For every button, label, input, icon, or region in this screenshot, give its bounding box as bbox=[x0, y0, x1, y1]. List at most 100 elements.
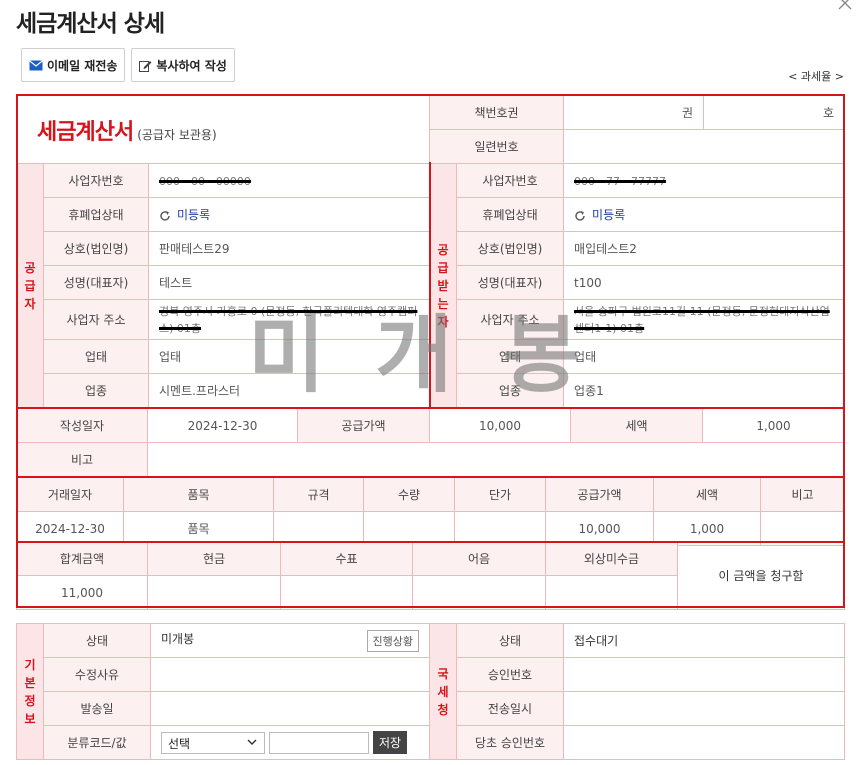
items-header-price: 단가 bbox=[454, 477, 546, 512]
class-code-label: 분류코드/값 bbox=[43, 725, 151, 760]
tax-amount-label: 세액 bbox=[570, 408, 703, 443]
write-date-label: 작성일자 bbox=[16, 408, 148, 443]
supplier-bizno-label: 사업자번호 bbox=[43, 163, 149, 198]
buyer-address-label: 사업자 주소 bbox=[456, 299, 565, 340]
send-date-value bbox=[150, 691, 430, 726]
class-code-controls: 선택 저장 bbox=[150, 725, 430, 760]
summary-table: 작성일자 2024-12-30 공급가액 10,000 세액 1,000 비고 bbox=[16, 408, 845, 477]
write-date: 2024-12-30 bbox=[147, 408, 298, 443]
book-no-volume[interactable]: 권 bbox=[563, 95, 705, 130]
section-divider bbox=[16, 476, 844, 478]
class-value-input[interactable] bbox=[269, 731, 369, 754]
supplier-bizitem-label: 업종 bbox=[43, 373, 149, 408]
cash-label: 현금 bbox=[147, 541, 281, 576]
resend-email-button[interactable]: 이메일 재전송 bbox=[21, 48, 126, 82]
cash-value bbox=[147, 575, 281, 610]
buyer-status-label: 휴폐업상태 bbox=[456, 197, 565, 232]
supplier-name-label: 상호(법인명) bbox=[43, 231, 149, 266]
serial-no-value bbox=[563, 129, 846, 164]
buyer-bizitem: 업종1 bbox=[563, 373, 846, 408]
items-header-supply: 공급가액 bbox=[545, 477, 654, 512]
buyer-bizno: 000 - 77 - 77777 bbox=[563, 163, 846, 198]
buyer-ceo: t100 bbox=[563, 265, 846, 300]
nts-status-label: 상태 bbox=[456, 623, 564, 658]
claim-text: 이 금액을 청구함 bbox=[677, 541, 845, 610]
toolbar: 이메일 재전송 복사하여 작성 bbox=[21, 48, 235, 82]
buyer-bizno-label: 사업자번호 bbox=[456, 163, 565, 198]
basic-status-label: 상태 bbox=[43, 623, 151, 658]
supply-amount: 10,000 bbox=[429, 408, 571, 443]
status-table: 기본정보 상태 미개봉 진행상황 국세청 상태 접수대기 수정사유 승인번호 발송… bbox=[16, 623, 845, 760]
items-header-tax: 세액 bbox=[653, 477, 761, 512]
party-divider bbox=[429, 162, 431, 408]
page-title: 세금계산서 상세 bbox=[16, 11, 165, 37]
refresh-icon[interactable] bbox=[574, 210, 586, 222]
note-label: 비고 bbox=[16, 442, 148, 477]
book-no-label: 책번호권 bbox=[429, 95, 565, 130]
buyer-bizitem-label: 업종 bbox=[456, 373, 565, 408]
save-button[interactable]: 저장 bbox=[373, 731, 408, 754]
items-header-note: 비고 bbox=[760, 477, 845, 512]
invoice-title-cell: 세금계산서 (공급자 보관용) bbox=[15, 95, 431, 164]
supplier-biztype: 업태 bbox=[147, 339, 431, 374]
supplier-ceo-label: 성명(대표자) bbox=[43, 265, 149, 300]
credit-label: 외상미수금 bbox=[545, 541, 678, 576]
supplier-status-label: 휴폐업상태 bbox=[43, 197, 149, 232]
total-value: 11,000 bbox=[16, 575, 148, 610]
mail-icon bbox=[29, 59, 43, 71]
items-header-date: 거래일자 bbox=[16, 477, 124, 512]
note-bill-value bbox=[412, 575, 546, 610]
approval-no-value bbox=[563, 657, 845, 692]
invoice-subtitle: (공급자 보관용) bbox=[137, 127, 217, 142]
buyer-side-label: 공급받는자 bbox=[429, 163, 458, 408]
approval-no-label: 승인번호 bbox=[456, 657, 564, 692]
supplier-status[interactable]: 미등록 bbox=[147, 197, 431, 232]
nts-status: 접수대기 bbox=[563, 623, 845, 658]
total-label: 합계금액 bbox=[16, 541, 148, 576]
chevron-down-icon bbox=[247, 739, 257, 745]
edit-icon bbox=[139, 59, 152, 72]
items-header-item: 품목 bbox=[123, 477, 274, 512]
modify-reason-label: 수정사유 bbox=[43, 657, 151, 692]
buyer-name-label: 상호(법인명) bbox=[456, 231, 565, 266]
book-no-number[interactable]: 호 bbox=[703, 95, 846, 130]
buyer-ceo-label: 성명(대표자) bbox=[456, 265, 565, 300]
orig-approval-label: 당초 승인번호 bbox=[456, 725, 564, 760]
copy-write-button[interactable]: 복사하여 작성 bbox=[131, 48, 235, 82]
totals-table: 합계금액 현금 수표 어음 외상미수금 이 금액을 청구함 11,000 bbox=[16, 541, 845, 610]
check-label: 수표 bbox=[280, 541, 413, 576]
supplier-bizno: 000 - 00 - 00000 bbox=[147, 163, 431, 198]
buyer-address: 서울 송파구 법원로11길 11 (문정동, 문정현대지식산업센터1-1) 01… bbox=[563, 299, 846, 340]
supplier-address-label: 사업자 주소 bbox=[43, 299, 149, 340]
check-value bbox=[280, 575, 413, 610]
supply-amount-label: 공급가액 bbox=[297, 408, 430, 443]
note-bill-label: 어음 bbox=[412, 541, 546, 576]
buyer-name: 매입테스트2 bbox=[563, 231, 846, 266]
serial-no-label: 일련번호 bbox=[429, 129, 565, 164]
buyer-biztype-label: 업태 bbox=[456, 339, 565, 374]
progress-button[interactable]: 진행상황 bbox=[366, 629, 419, 652]
sent-time-value bbox=[563, 691, 845, 726]
supplier-biztype-label: 업태 bbox=[43, 339, 149, 374]
items-header-spec: 규격 bbox=[273, 477, 364, 512]
refresh-icon[interactable] bbox=[159, 210, 171, 222]
modify-reason-value bbox=[150, 657, 430, 692]
note-value bbox=[147, 442, 845, 477]
supplier-ceo: 테스트 bbox=[147, 265, 431, 300]
basic-side-label: 기본정보 bbox=[16, 623, 44, 760]
tax-rate-link[interactable]: < 과세율 > bbox=[788, 68, 844, 84]
supplier-address: 경북 영주시 가흥로 0 (문정동, 한국폴리텍대학 영주캠퍼스) 01층 bbox=[147, 299, 431, 340]
supplier-side-label: 공급자 bbox=[16, 163, 44, 408]
class-code-select[interactable]: 선택 bbox=[161, 731, 265, 754]
invoice-title: 세금계산서 bbox=[37, 119, 134, 145]
orig-approval-value bbox=[563, 725, 845, 760]
nts-side-label: 국세청 bbox=[429, 623, 457, 760]
sent-time-label: 전송일시 bbox=[456, 691, 564, 726]
close-icon[interactable] bbox=[836, 0, 854, 12]
send-date-label: 발송일 bbox=[43, 691, 151, 726]
credit-value bbox=[545, 575, 678, 610]
buyer-status[interactable]: 미등록 bbox=[563, 197, 846, 232]
supplier-bizitem: 시멘트.프라스터 bbox=[147, 373, 431, 408]
items-header-qty: 수량 bbox=[363, 477, 455, 512]
section-divider bbox=[16, 541, 844, 543]
